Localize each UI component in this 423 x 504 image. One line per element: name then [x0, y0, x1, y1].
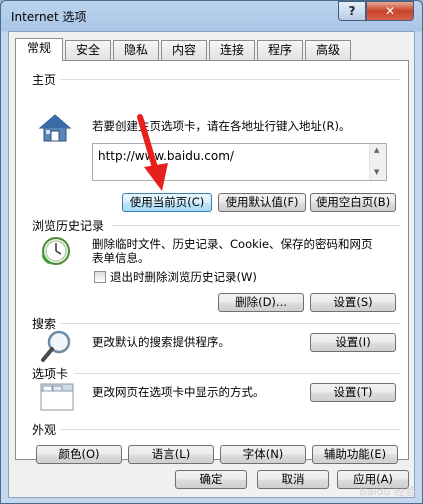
tabs-settings-button[interactable]: 设置(T) [310, 383, 396, 402]
history-description-line2: 表单信息。 [92, 251, 150, 265]
languages-button[interactable]: 语言(L) [128, 445, 214, 464]
history-clock-icon [41, 237, 70, 265]
history-settings-button[interactable]: 设置(S) [310, 293, 396, 312]
search-magnifier-icon [41, 330, 71, 362]
home-url-scrollbar[interactable]: ▲ ▼ [369, 144, 386, 180]
delete-on-exit-label[interactable]: 退出时删除浏览历史记录(W) [110, 270, 257, 285]
title-bar[interactable]: Internet 选项 ? ✕ [1, 1, 422, 31]
dialog-window: Internet 选项 ? ✕ 常规 安全 隐私 内容 连接 程序 高级 主页 … [0, 0, 423, 504]
cancel-button[interactable]: 取消 [257, 470, 329, 489]
ok-button[interactable]: 确定 [175, 470, 247, 489]
tab-privacy[interactable]: 隐私 [113, 40, 159, 60]
appearance-section-title: 外观 [32, 423, 57, 437]
delete-on-exit-checkbox[interactable] [94, 271, 106, 283]
help-button[interactable]: ? [338, 1, 366, 21]
home-divider [60, 79, 400, 80]
watermark: Baidu 经验 [359, 485, 416, 498]
dialog-client: 常规 安全 隐私 内容 连接 程序 高级 主页 若要创建主页选项卡，请在各地址行… [8, 31, 415, 498]
tab-general[interactable]: 常规 [15, 38, 63, 61]
tabbed-window-icon [40, 383, 74, 411]
use-default-button[interactable]: 使用默认值(F) [218, 193, 306, 212]
delete-history-button[interactable]: 删除(D)... [218, 293, 304, 312]
scroll-up-icon[interactable]: ▲ [374, 146, 379, 154]
tab-content[interactable]: 内容 [161, 40, 207, 60]
tab-programs[interactable]: 程序 [257, 40, 303, 60]
fonts-button[interactable]: 字体(N) [220, 445, 306, 464]
tab-advanced[interactable]: 高级 [305, 40, 351, 60]
search-description: 更改默认的搜索提供程序。 [92, 335, 230, 349]
appearance-divider [60, 429, 400, 430]
tabs-description: 更改网页在选项卡中显示的方式。 [92, 385, 265, 399]
close-button[interactable]: ✕ [366, 1, 414, 21]
annotation-arrow-icon [137, 114, 168, 191]
general-tab-panel: 主页 若要创建主页选项卡，请在各地址行键入地址(R)。 http://www.b… [15, 60, 409, 464]
history-section-title: 浏览历史记录 [32, 219, 105, 233]
colors-button[interactable]: 颜色(O) [36, 445, 122, 464]
accessibility-button[interactable]: 辅助功能(E) [312, 445, 398, 464]
use-blank-button[interactable]: 使用空白页(B) [310, 193, 396, 212]
tab-security[interactable]: 安全 [65, 40, 111, 60]
search-settings-button[interactable]: 设置(I) [310, 333, 396, 352]
use-current-button[interactable]: 使用当前页(C) [122, 193, 212, 212]
history-description-line1: 删除临时文件、历史记录、Cookie、保存的密码和网页 [92, 237, 373, 251]
tabs-divider [74, 373, 400, 374]
search-divider [60, 323, 400, 324]
tabs-section-title: 选项卡 [32, 367, 69, 381]
home-section-title: 主页 [32, 73, 57, 87]
tab-connections[interactable]: 连接 [209, 40, 255, 60]
home-icon [38, 114, 72, 142]
scroll-down-icon[interactable]: ▼ [374, 168, 379, 176]
window-title: Internet 选项 [11, 10, 87, 24]
history-divider [112, 225, 400, 226]
